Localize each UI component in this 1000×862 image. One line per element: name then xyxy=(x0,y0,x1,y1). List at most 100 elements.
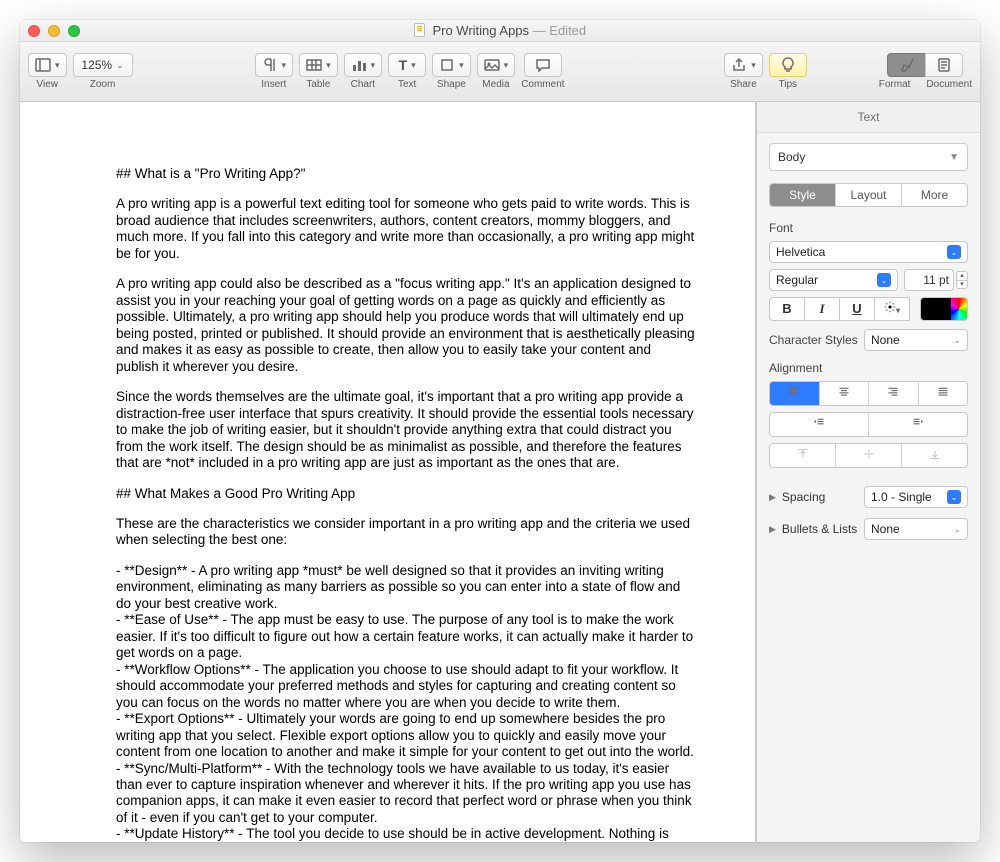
window-title: Pro Writing Apps — Edited xyxy=(20,23,980,38)
text-icon: T xyxy=(399,57,408,73)
text-color-well[interactable] xyxy=(920,297,968,321)
paragraph-style-menu[interactable]: Body ▼ xyxy=(769,143,968,171)
lightbulb-icon xyxy=(780,57,796,73)
dropdown-caret-icon: ⌄ xyxy=(947,490,961,504)
list-item[interactable]: - **Workflow Options** - The application… xyxy=(116,662,695,711)
comment-icon xyxy=(535,57,551,73)
bullets-menu[interactable]: None ⌄ xyxy=(864,518,968,540)
zoom-window-button[interactable] xyxy=(68,25,80,37)
paragraph[interactable]: Since the words themselves are the ultim… xyxy=(116,389,695,471)
titlebar: Pro Writing Apps — Edited xyxy=(20,20,980,42)
document-label: Document xyxy=(926,79,972,90)
document-title-text[interactable]: Pro Writing Apps xyxy=(432,23,529,38)
paintbrush-icon xyxy=(899,57,915,73)
spacing-value: 1.0 - Single xyxy=(871,490,932,504)
tab-style[interactable]: Style xyxy=(770,184,835,206)
text-button[interactable]: T ▾ xyxy=(388,53,426,77)
dropdown-caret-icon: ⌄ xyxy=(877,273,891,287)
paragraph[interactable]: These are the characteristics we conside… xyxy=(116,516,695,549)
heading[interactable]: ## What is a "Pro Writing App?" xyxy=(116,166,695,182)
close-window-button[interactable] xyxy=(28,25,40,37)
paragraph[interactable]: A pro writing app could also be describe… xyxy=(116,276,695,375)
align-left-icon xyxy=(787,386,801,398)
document-canvas[interactable]: ## What is a "Pro Writing App?" A pro wr… xyxy=(20,102,755,842)
indent-controls xyxy=(769,412,968,437)
color-swatch xyxy=(921,298,951,320)
toolbar: ▾ View 125% ⌄ Zoom ▾ Insert ▾ Table xyxy=(20,42,980,102)
paragraph[interactable]: A pro writing app is a powerful text edi… xyxy=(116,196,695,262)
share-button[interactable]: ▾ xyxy=(724,53,763,77)
color-wheel-icon[interactable] xyxy=(951,298,967,320)
character-styles-label: Character Styles xyxy=(769,333,858,347)
disclosure-triangle-icon[interactable]: ▶ xyxy=(769,524,776,535)
minimize-window-button[interactable] xyxy=(48,25,60,37)
tips-button[interactable] xyxy=(769,53,807,77)
list-item[interactable]: - **Update History** - The tool you deci… xyxy=(116,826,695,842)
media-icon xyxy=(484,57,500,73)
font-family-value: Helvetica xyxy=(776,245,825,259)
paragraph-style-value: Body xyxy=(778,150,805,164)
tab-more[interactable]: More xyxy=(901,184,967,206)
list-item[interactable]: - **Ease of Use** - The app must be easy… xyxy=(116,612,695,661)
chart-label: Chart xyxy=(351,79,375,90)
character-styles-menu[interactable]: None ⌄ xyxy=(864,329,968,351)
valign-top-button[interactable] xyxy=(770,444,835,467)
alignment-section-label: Alignment xyxy=(769,361,968,375)
zoom-menu[interactable]: 125% ⌄ xyxy=(73,53,133,77)
align-center-button[interactable] xyxy=(819,382,869,405)
chart-button[interactable]: ▾ xyxy=(344,53,383,77)
valign-bottom-icon xyxy=(929,448,941,460)
stepper-down[interactable]: ▾ xyxy=(956,280,968,289)
list-item[interactable]: - **Export Options** - Ultimately your w… xyxy=(116,711,695,760)
view-button[interactable]: ▾ xyxy=(28,53,67,77)
document-pane-icon xyxy=(936,57,952,73)
stepper-up[interactable]: ▴ xyxy=(956,271,968,280)
tab-layout[interactable]: Layout xyxy=(835,184,901,206)
insert-label: Insert xyxy=(261,79,286,90)
valign-middle-button[interactable] xyxy=(835,444,901,467)
font-advanced-menu[interactable]: ▾ xyxy=(875,297,910,321)
document-area[interactable]: ## What is a "Pro Writing App?" A pro wr… xyxy=(20,102,756,842)
align-left-button[interactable] xyxy=(770,382,819,405)
indent-button[interactable] xyxy=(868,413,967,436)
font-section-label: Font xyxy=(769,221,968,235)
outdent-icon xyxy=(812,417,826,429)
font-size-field[interactable]: 11 pt xyxy=(904,269,954,291)
table-label: Table xyxy=(306,79,330,90)
heading[interactable]: ## What Makes a Good Pro Writing App xyxy=(116,486,695,502)
disclosure-triangle-icon[interactable]: ▶ xyxy=(769,492,776,503)
font-style-menu[interactable]: Regular ⌄ xyxy=(769,269,898,291)
outdent-button[interactable] xyxy=(770,413,868,436)
tips-label: Tips xyxy=(778,79,797,90)
italic-button[interactable]: I xyxy=(805,297,840,321)
bullets-label[interactable]: Bullets & Lists xyxy=(782,522,858,536)
chevron-down-icon: ▼ xyxy=(949,152,959,163)
insert-button[interactable]: ▾ xyxy=(255,53,294,77)
align-justify-button[interactable] xyxy=(918,382,968,405)
document-pane-button[interactable] xyxy=(925,53,963,77)
comment-button[interactable] xyxy=(524,53,562,77)
format-pane-button[interactable] xyxy=(887,53,925,77)
spacing-menu[interactable]: 1.0 - Single ⌄ xyxy=(864,486,968,508)
text-label: Text xyxy=(398,79,416,90)
align-right-button[interactable] xyxy=(868,382,918,405)
bold-button[interactable]: B xyxy=(769,297,805,321)
list-item[interactable]: - **Sync/Multi-Platform** - With the tec… xyxy=(116,761,695,827)
list-item[interactable]: - **Design** - A pro writing app *must* … xyxy=(116,563,695,612)
table-button[interactable]: ▾ xyxy=(299,53,338,77)
font-family-menu[interactable]: Helvetica ⌄ xyxy=(769,241,968,263)
underline-button[interactable]: U xyxy=(840,297,875,321)
format-label: Format xyxy=(879,79,911,90)
indent-icon xyxy=(911,417,925,429)
gear-icon xyxy=(884,301,896,313)
media-button[interactable]: ▾ xyxy=(477,53,516,77)
pilcrow-icon xyxy=(262,57,278,73)
shape-button[interactable]: ▾ xyxy=(432,53,471,77)
view-icon xyxy=(35,57,51,73)
font-size-stepper[interactable]: ▴▾ xyxy=(956,271,968,289)
vertical-alignment xyxy=(769,443,968,468)
media-label: Media xyxy=(482,79,509,90)
spacing-label[interactable]: Spacing xyxy=(782,490,858,504)
character-styles-value: None xyxy=(871,333,900,347)
valign-bottom-button[interactable] xyxy=(901,444,967,467)
